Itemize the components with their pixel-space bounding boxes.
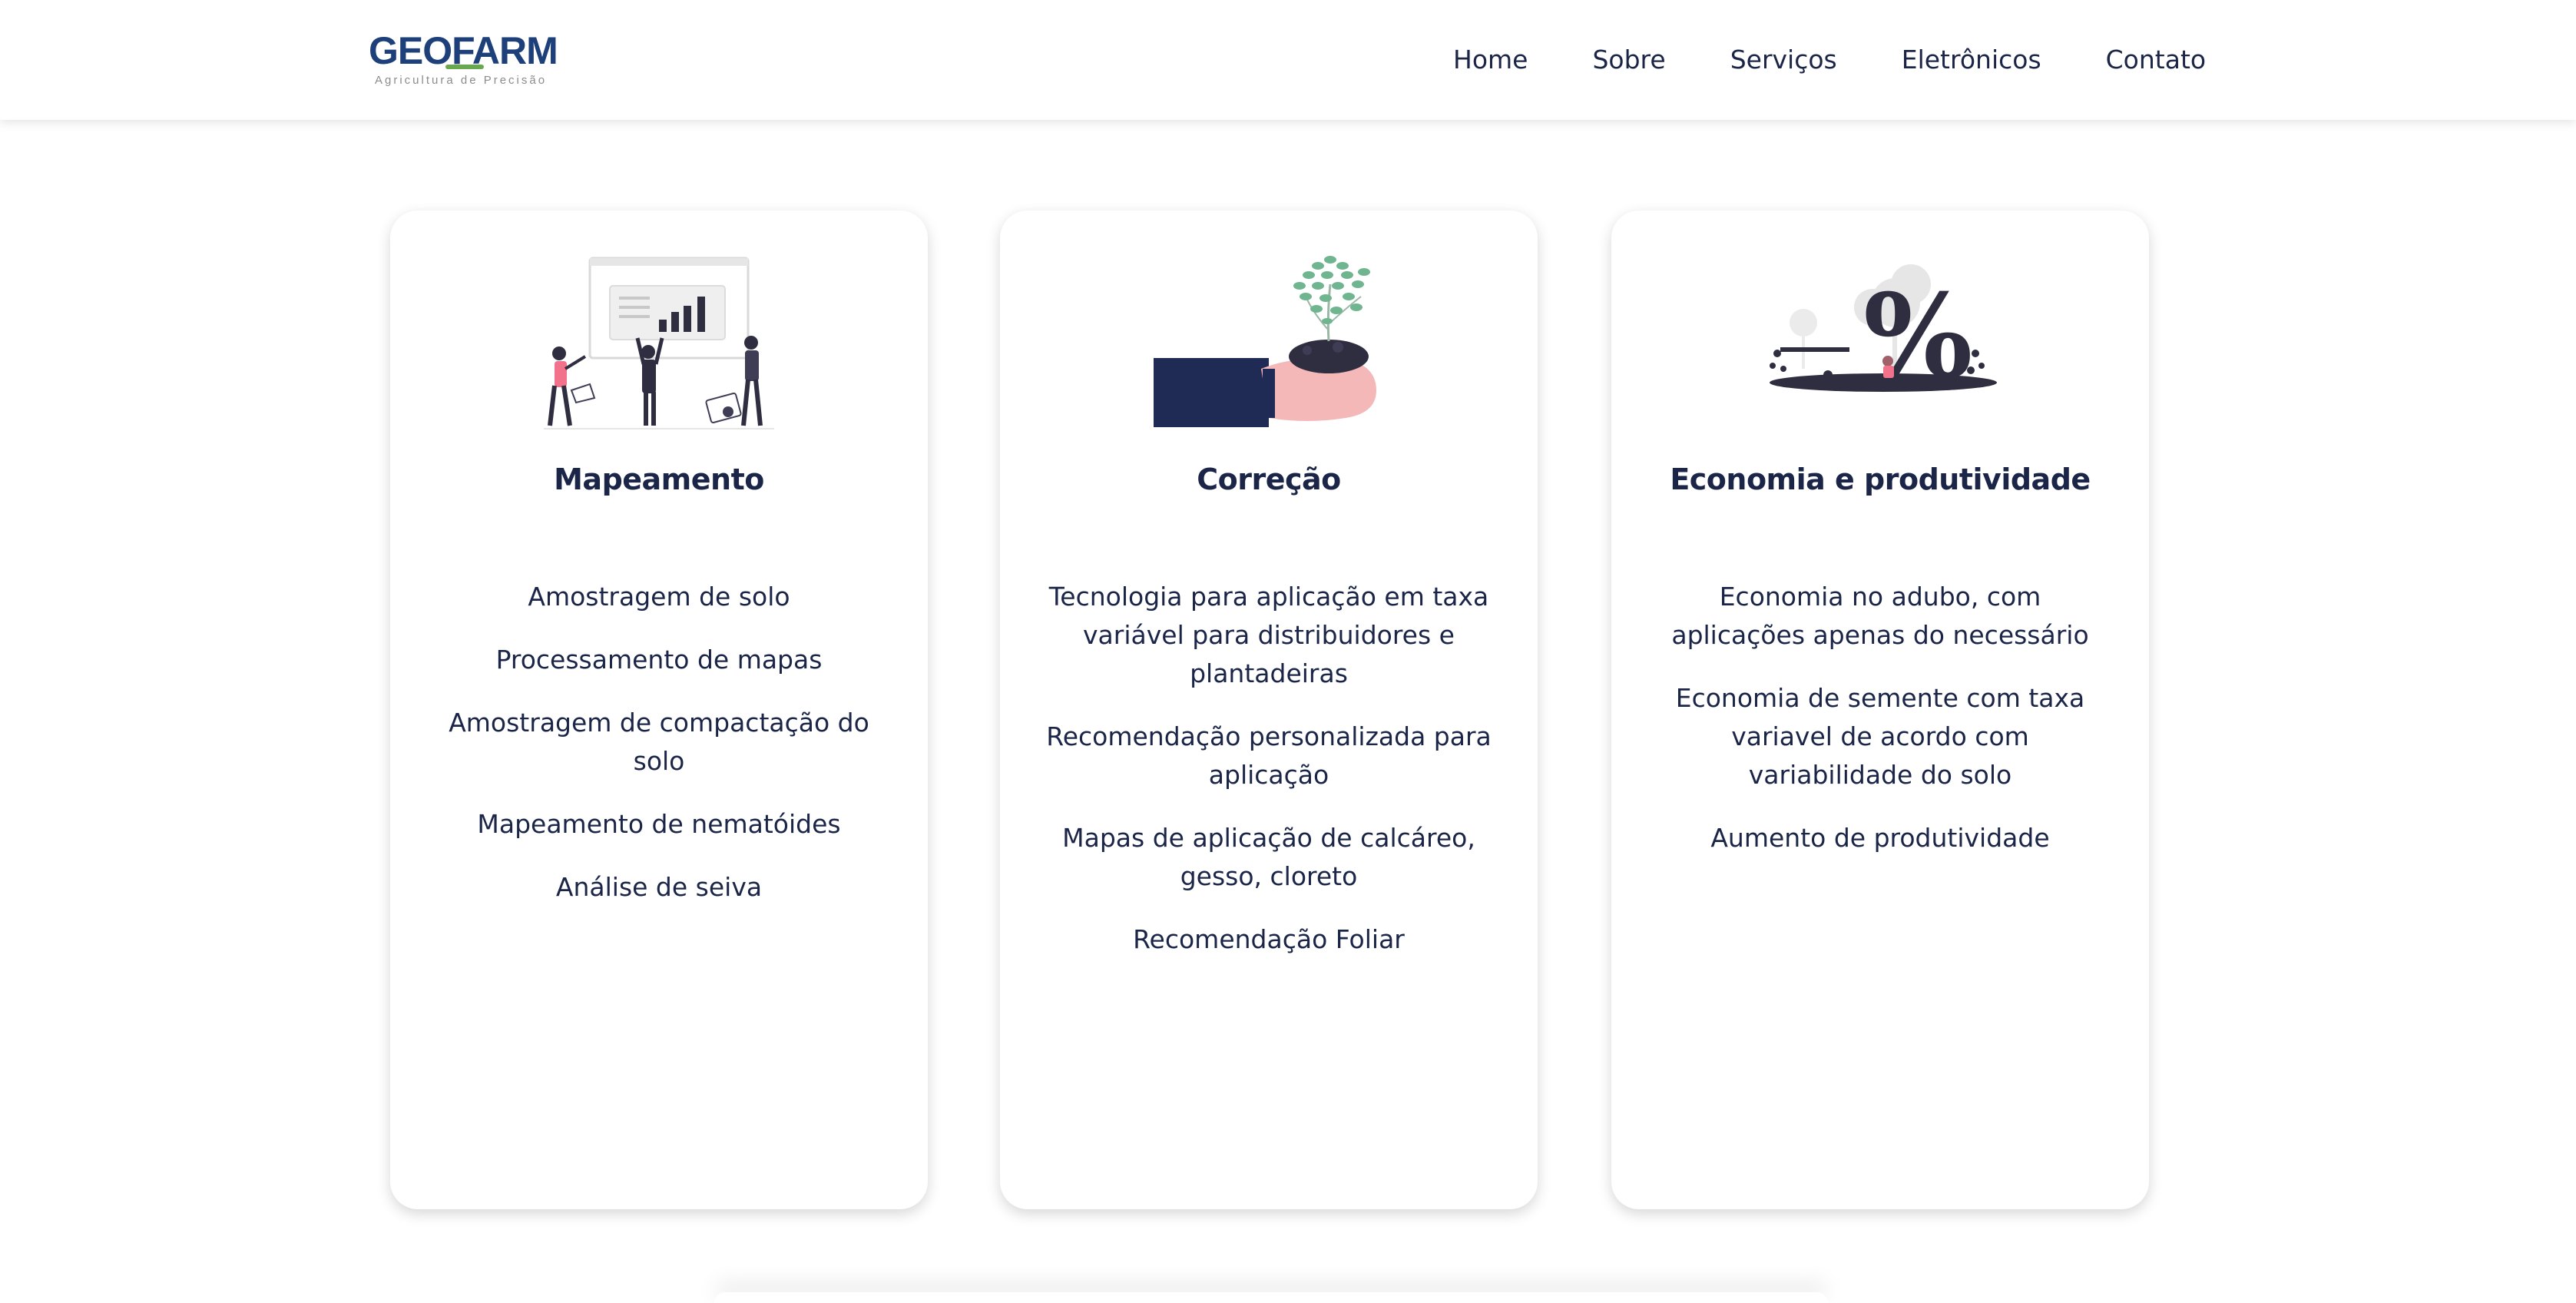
list-item: Processamento de mapas xyxy=(495,645,823,675)
service-list: Amostragem de solo Processamento de mapa… xyxy=(436,578,882,931)
next-section-edge xyxy=(714,1292,1828,1303)
list-item: Mapas de aplicação de calcáreo, gesso, c… xyxy=(1062,823,1475,891)
list-item: Aumento de produtividade xyxy=(1710,823,2050,853)
card-title: Mapeamento xyxy=(554,463,764,496)
nav-home[interactable]: Home xyxy=(1453,41,1528,78)
plant-in-hand-illustration xyxy=(1154,256,1376,427)
list-item: Amostragem de solo xyxy=(528,582,790,612)
service-card-economia: % Economia e produtividade Economia no a… xyxy=(1611,211,2149,1209)
list-item: Análise de seiva xyxy=(555,872,763,902)
service-list: Economia no adubo, com aplicações apenas… xyxy=(1657,578,2103,882)
card-title: Correção xyxy=(1197,463,1341,496)
geofarm-logo[interactable]: GEOFARM Agricultura de Precisão xyxy=(369,29,558,91)
nav-eletronicos[interactable]: Eletrônicos xyxy=(1902,41,2041,78)
data-analysis-illustration xyxy=(544,257,774,429)
list-item: Recomendação Foliar xyxy=(1133,924,1405,954)
logo-tagline: Agricultura de Precisão xyxy=(375,74,548,87)
list-item: Tecnologia para aplicação em taxa variáv… xyxy=(1048,582,1489,688)
percent-savings-illustration: % xyxy=(1770,264,1997,404)
service-card-correcao: Correção Tecnologia para aplicação em ta… xyxy=(1000,211,1538,1209)
list-item: Economia no adubo, com aplicações apenas… xyxy=(1671,582,2089,650)
list-item: Amostragem de compactação do solo xyxy=(449,708,869,776)
list-item: Economia de semente com taxa variavel de… xyxy=(1675,683,2085,790)
site-header: GEOFARM Agricultura de Precisão Home Sob… xyxy=(0,0,2576,120)
nav-sobre[interactable]: Sobre xyxy=(1592,41,1665,78)
list-item: Mapeamento de nematóides xyxy=(477,809,841,839)
nav-contato[interactable]: Contato xyxy=(2106,41,2206,78)
nav-servicos[interactable]: Serviços xyxy=(1730,41,1837,78)
svg-text:%: % xyxy=(1863,269,1973,404)
service-list: Tecnologia para aplicação em taxa variáv… xyxy=(1046,578,1492,983)
logo-leaf-mark xyxy=(445,65,484,69)
service-card-mapeamento: Mapeamento Amostragem de solo Processame… xyxy=(390,211,928,1209)
card-title: Economia e produtividade xyxy=(1670,463,2091,496)
main-nav: Home Sobre Serviços Eletrônicos Contato xyxy=(1453,41,2206,78)
list-item: Recomendação personalizada para aplicaçã… xyxy=(1046,721,1492,790)
